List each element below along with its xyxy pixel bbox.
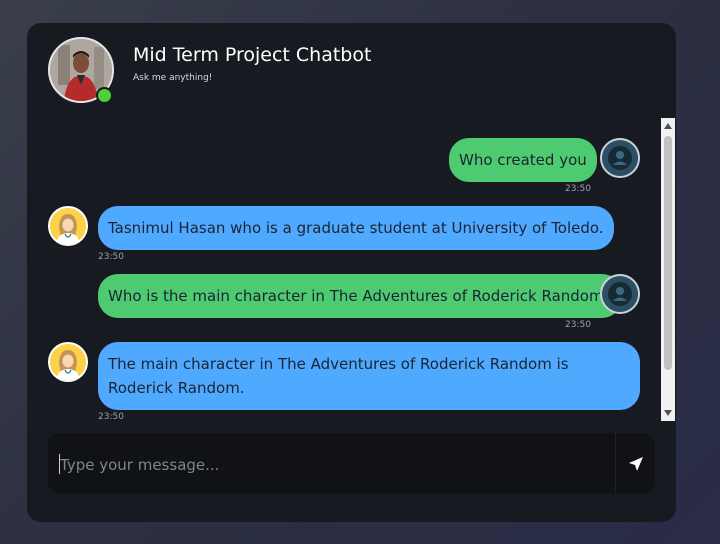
message-time: 23:50 <box>565 320 591 330</box>
message-list: Who created you 23:50 Tasnimul Hasan who… <box>27 120 661 425</box>
user-message: Who is the main character in The Adventu… <box>98 274 622 318</box>
bot-avatar-icon <box>48 342 88 382</box>
scroll-down-arrow-icon[interactable] <box>664 410 672 416</box>
bot-message: The main character in The Adventures of … <box>98 342 640 410</box>
online-status-indicator <box>96 87 113 104</box>
chat-window: Mid Term Project Chatbot Ask me anything… <box>27 23 676 522</box>
send-icon <box>629 456 643 471</box>
message-input[interactable] <box>58 433 607 496</box>
scroll-thumb[interactable] <box>664 136 672 370</box>
send-button[interactable] <box>615 433 656 494</box>
user-avatar-icon <box>600 138 640 178</box>
message-time: 23:50 <box>98 252 124 262</box>
user-avatar-icon <box>600 274 640 314</box>
bot-message: Tasnimul Hasan who is a graduate student… <box>98 206 614 250</box>
message-time: 23:50 <box>98 412 124 422</box>
message-composer <box>48 433 656 496</box>
bot-avatar-icon <box>48 206 88 246</box>
message-scrollbar[interactable] <box>661 118 675 421</box>
chat-title: Mid Term Project Chatbot <box>133 44 372 66</box>
chat-subtitle: Ask me anything! <box>133 73 213 83</box>
scroll-up-arrow-icon[interactable] <box>664 123 672 129</box>
text-caret <box>59 454 60 474</box>
user-message: Who created you <box>449 138 597 182</box>
message-time: 23:50 <box>565 184 591 194</box>
